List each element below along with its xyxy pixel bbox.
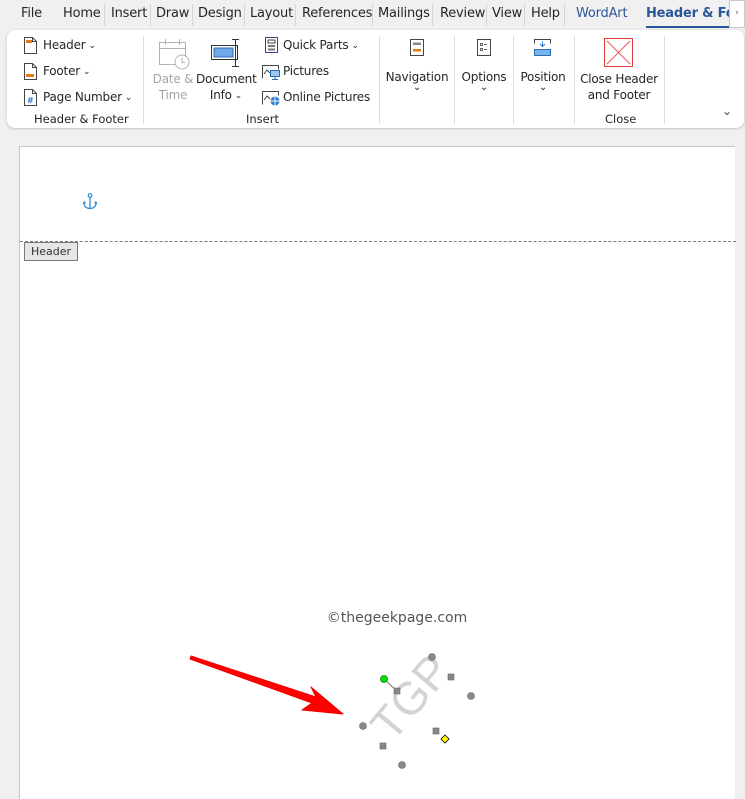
resize-handle[interactable] — [393, 687, 401, 695]
group-separator — [513, 36, 514, 124]
wordart-text: TGP — [360, 644, 461, 750]
close-header-footer-label-line1: Close Header — [580, 72, 658, 86]
online-pictures-icon — [262, 91, 280, 106]
navigation-icon — [410, 39, 424, 56]
tab-help[interactable]: Help — [531, 6, 560, 21]
adjust-handle[interactable] — [440, 734, 450, 744]
active-tab-indicator — [646, 26, 730, 28]
tab-design[interactable]: Design — [198, 6, 242, 21]
pictures-label: Pictures — [283, 64, 329, 78]
tab-scroll-right-button[interactable]: › — [729, 0, 745, 28]
resize-handle[interactable] — [428, 653, 436, 661]
tab-separator — [295, 4, 296, 26]
chevron-down-icon: ⌄ — [234, 91, 243, 101]
document-canvas: Header ©thegeekpage.com TGP — [0, 130, 745, 799]
document-info-icon — [211, 39, 239, 67]
options-icon — [477, 39, 491, 56]
resize-handle[interactable] — [467, 692, 475, 700]
resize-handle[interactable] — [379, 742, 387, 750]
tab-home[interactable]: Home — [63, 6, 101, 21]
tab-separator — [192, 4, 193, 26]
tab-wordart[interactable]: WordArt — [576, 6, 628, 21]
header-label: Header — [43, 38, 86, 52]
tab-separator — [372, 4, 373, 26]
page-number-label: Page Number — [43, 90, 122, 104]
ribbon-tab-bar: File Home Insert Draw Design Layout Refe… — [0, 0, 745, 29]
chevron-down-icon: ⌄ — [538, 82, 548, 93]
document-info-label-line1: Document — [196, 72, 257, 86]
group-separator — [379, 36, 380, 124]
chevron-down-icon: ⌄ — [88, 41, 97, 51]
resize-handle[interactable] — [359, 722, 367, 730]
resize-handle[interactable] — [432, 727, 440, 735]
group-label-close: Close — [605, 112, 637, 126]
tab-separator — [150, 4, 151, 26]
position-icon — [534, 39, 551, 56]
calendar-clock-icon — [159, 39, 190, 70]
quick-parts-label: Quick Parts — [283, 38, 349, 52]
tab-mailings[interactable]: Mailings — [378, 6, 430, 21]
tab-view[interactable]: View — [492, 6, 522, 21]
group-label-header-footer: Header & Footer — [34, 112, 129, 126]
tab-insert[interactable]: Insert — [111, 6, 147, 21]
rotation-handle[interactable] — [380, 675, 388, 683]
tab-references[interactable]: References — [302, 6, 372, 21]
tab-separator — [432, 4, 433, 26]
document-info-label-line2: Info — [209, 88, 232, 102]
footer-label: Footer — [43, 64, 80, 78]
header-tag: Header — [24, 242, 78, 261]
group-label-insert: Insert — [246, 112, 279, 126]
footer-icon — [24, 63, 37, 80]
close-header-footer-label-line2: and Footer — [587, 88, 651, 102]
group-separator — [574, 36, 575, 124]
chevron-down-icon: ⌄ — [82, 67, 91, 77]
resize-handle[interactable] — [447, 673, 455, 681]
tab-layout[interactable]: Layout — [250, 6, 293, 21]
group-separator — [143, 36, 144, 124]
chevron-down-icon: ⌄ — [124, 93, 133, 103]
tab-review[interactable]: Review — [440, 6, 485, 21]
tab-draw[interactable]: Draw — [156, 6, 189, 21]
page-number-icon: # — [24, 89, 37, 106]
tab-separator — [244, 4, 245, 26]
close-x-icon — [604, 38, 633, 67]
ribbon: Header ⌄ Footer ⌄ # Page Number ⌄ Header & … — [7, 30, 744, 128]
resize-handle[interactable] — [398, 761, 406, 769]
chevron-down-icon: ⌄ — [412, 82, 422, 93]
anchor-icon[interactable] — [82, 193, 98, 211]
chevron-down-icon: ⌄ — [479, 82, 489, 93]
date-time-label-line1: Date & — [152, 72, 194, 86]
annotation-arrow-icon — [189, 655, 344, 715]
tab-separator — [524, 4, 525, 26]
pictures-icon — [262, 65, 280, 80]
header-icon — [24, 37, 37, 54]
quick-parts-icon — [265, 37, 278, 53]
document-page[interactable]: Header ©thegeekpage.com TGP — [19, 146, 736, 799]
date-time-label-line2: Time — [158, 88, 188, 102]
tab-separator — [104, 4, 105, 26]
svg-text:#: # — [27, 96, 34, 105]
tab-separator — [564, 4, 565, 26]
header-boundary-line — [20, 241, 736, 242]
tab-header-footer[interactable]: Header & Foo — [646, 6, 730, 21]
ribbon-collapse-button[interactable]: ⌄ — [722, 104, 732, 118]
wordart-shape[interactable]: TGP — [340, 637, 490, 777]
group-separator — [454, 36, 455, 124]
group-separator — [664, 36, 665, 124]
online-pictures-label: Online Pictures — [283, 90, 371, 104]
chevron-down-icon: ⌄ — [351, 41, 360, 51]
watermark-credit: ©thegeekpage.com — [326, 610, 468, 626]
tab-file[interactable]: File — [21, 6, 42, 21]
tab-separator — [486, 4, 487, 26]
